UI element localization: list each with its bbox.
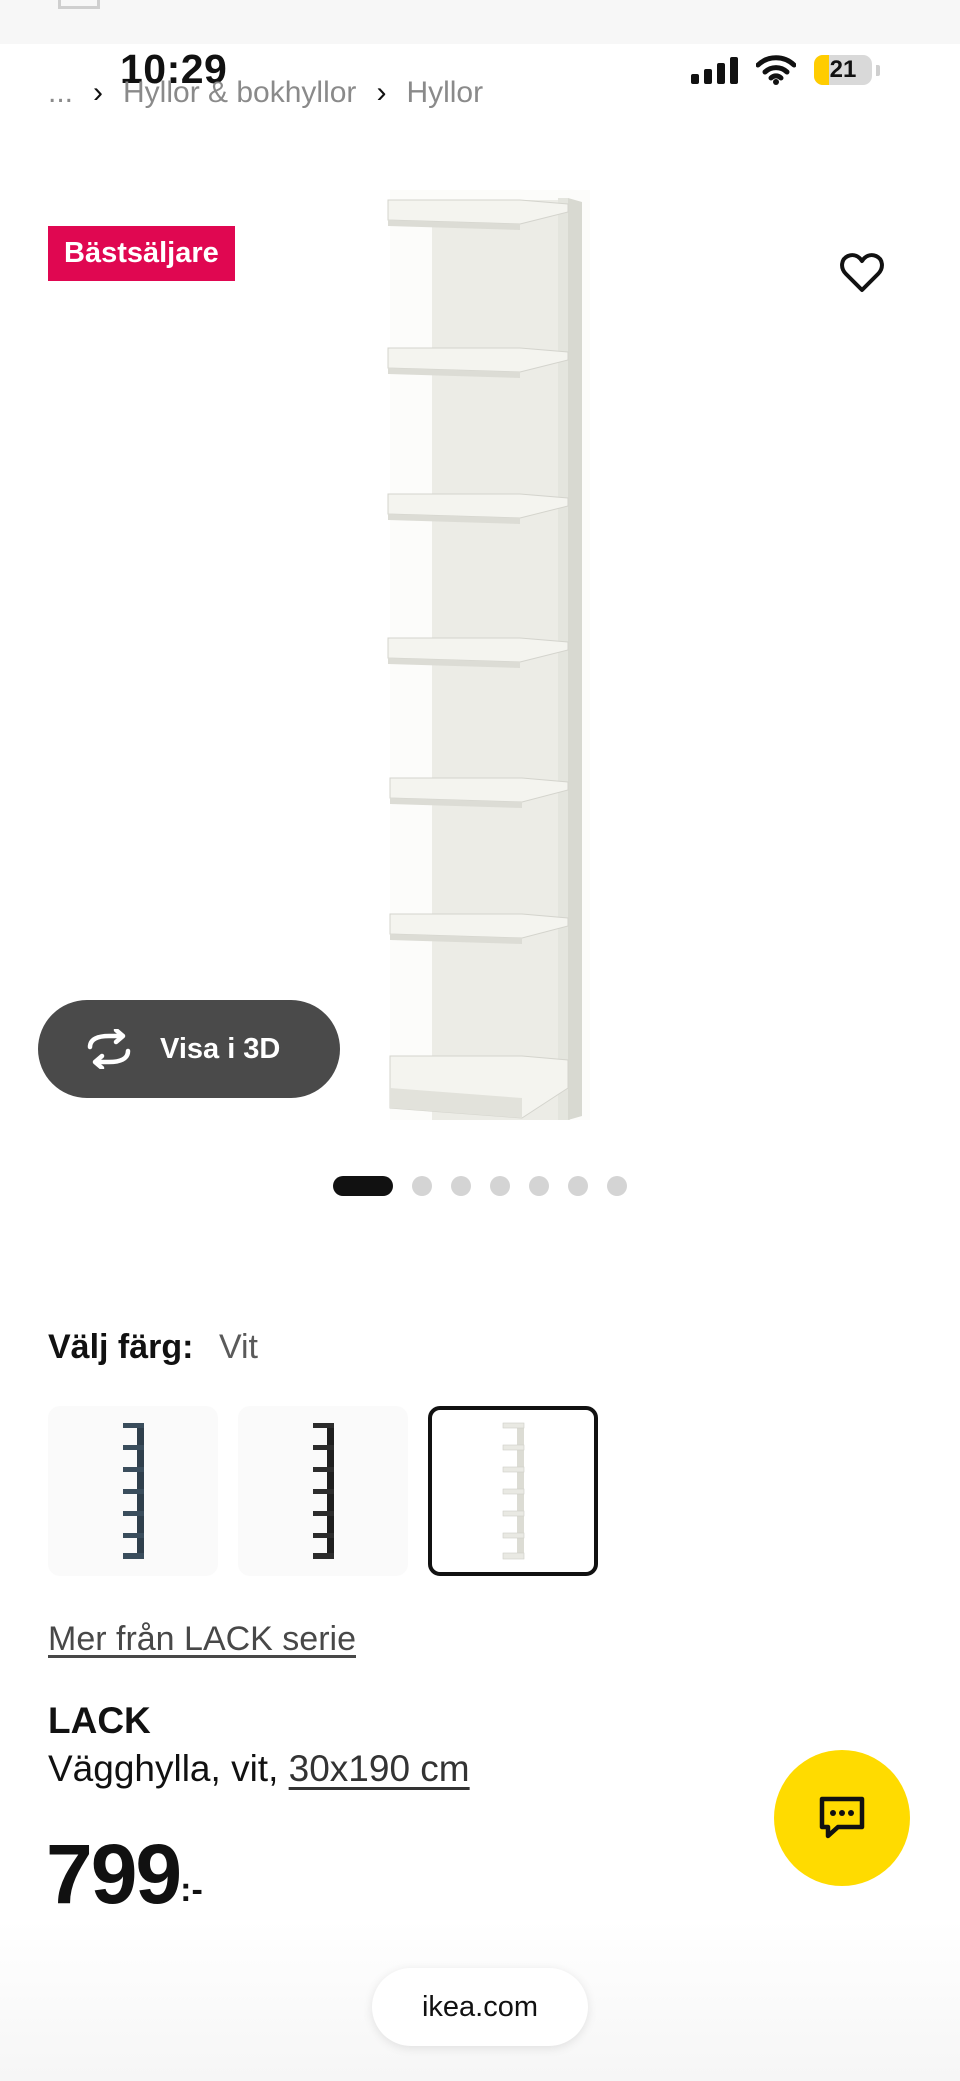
address-bar[interactable]: ikea.com bbox=[372, 1968, 588, 2046]
bestseller-badge: Bästsäljare bbox=[48, 226, 235, 281]
series-link[interactable]: Mer från LACK serie bbox=[48, 1620, 356, 1659]
product-price: 799 :- bbox=[46, 1832, 203, 1916]
battery-level: 21 bbox=[829, 56, 857, 83]
battery-nub bbox=[876, 64, 880, 76]
chat-button[interactable] bbox=[774, 1750, 910, 1886]
price-amount: 799 bbox=[46, 1827, 182, 1921]
carousel-dot[interactable] bbox=[490, 1176, 510, 1196]
color-swatches bbox=[48, 1406, 598, 1576]
carousel-dot[interactable] bbox=[529, 1176, 549, 1196]
status-icons: 21 bbox=[691, 52, 880, 88]
rotate-icon bbox=[87, 1029, 131, 1069]
chat-icon bbox=[819, 1796, 865, 1839]
view-in-3d-label: Visa i 3D bbox=[160, 1032, 281, 1065]
chevron-right-icon: › bbox=[376, 76, 387, 109]
shelf-thumbnail bbox=[502, 1422, 525, 1560]
toolbar-ghost-icon bbox=[58, 0, 100, 9]
breadcrumb-more[interactable]: ... bbox=[48, 76, 73, 110]
breadcrumb-hyllor-bokhyllor[interactable]: Hyllor & bokhyllor bbox=[123, 76, 356, 110]
swatch-white[interactable] bbox=[428, 1406, 598, 1576]
product-size-link[interactable]: 30x190 cm bbox=[289, 1748, 470, 1789]
wifi-icon bbox=[756, 55, 796, 85]
chevron-right-icon: › bbox=[93, 76, 104, 109]
carousel-dot-active[interactable] bbox=[333, 1176, 393, 1196]
swatch-blue-grey[interactable] bbox=[48, 1406, 218, 1576]
carousel-dot[interactable] bbox=[607, 1176, 627, 1196]
carousel-indicator bbox=[333, 1176, 627, 1196]
product-name: LACK bbox=[48, 1700, 151, 1741]
color-selector-heading: Välj färg: Vit bbox=[48, 1328, 258, 1367]
breadcrumb-hyllor[interactable]: Hyllor bbox=[406, 76, 483, 110]
view-in-3d-button[interactable]: Visa i 3D bbox=[38, 1000, 340, 1098]
carousel-dot[interactable] bbox=[412, 1176, 432, 1196]
shelf-thumbnail bbox=[313, 1423, 334, 1559]
color-value: Vit bbox=[218, 1328, 259, 1366]
carousel-dot[interactable] bbox=[568, 1176, 588, 1196]
price-suffix: :- bbox=[180, 1871, 203, 1909]
carousel-dot[interactable] bbox=[451, 1176, 471, 1196]
heart-icon[interactable] bbox=[838, 248, 886, 296]
product-description: Vägghylla, vit, 30x190 cm bbox=[48, 1748, 470, 1790]
color-label: Välj färg: bbox=[48, 1328, 194, 1366]
product-type: Vägghylla, vit, bbox=[48, 1748, 289, 1789]
battery-icon: 21 bbox=[814, 55, 872, 85]
breadcrumb: ... › Hyllor & bokhyllor › Hyllor bbox=[48, 76, 483, 110]
top-strip bbox=[0, 0, 960, 44]
swatch-black-brown[interactable] bbox=[238, 1406, 408, 1576]
product-image[interactable] bbox=[370, 190, 590, 1130]
shelf-thumbnail bbox=[123, 1423, 144, 1559]
signal-icon bbox=[691, 56, 738, 84]
